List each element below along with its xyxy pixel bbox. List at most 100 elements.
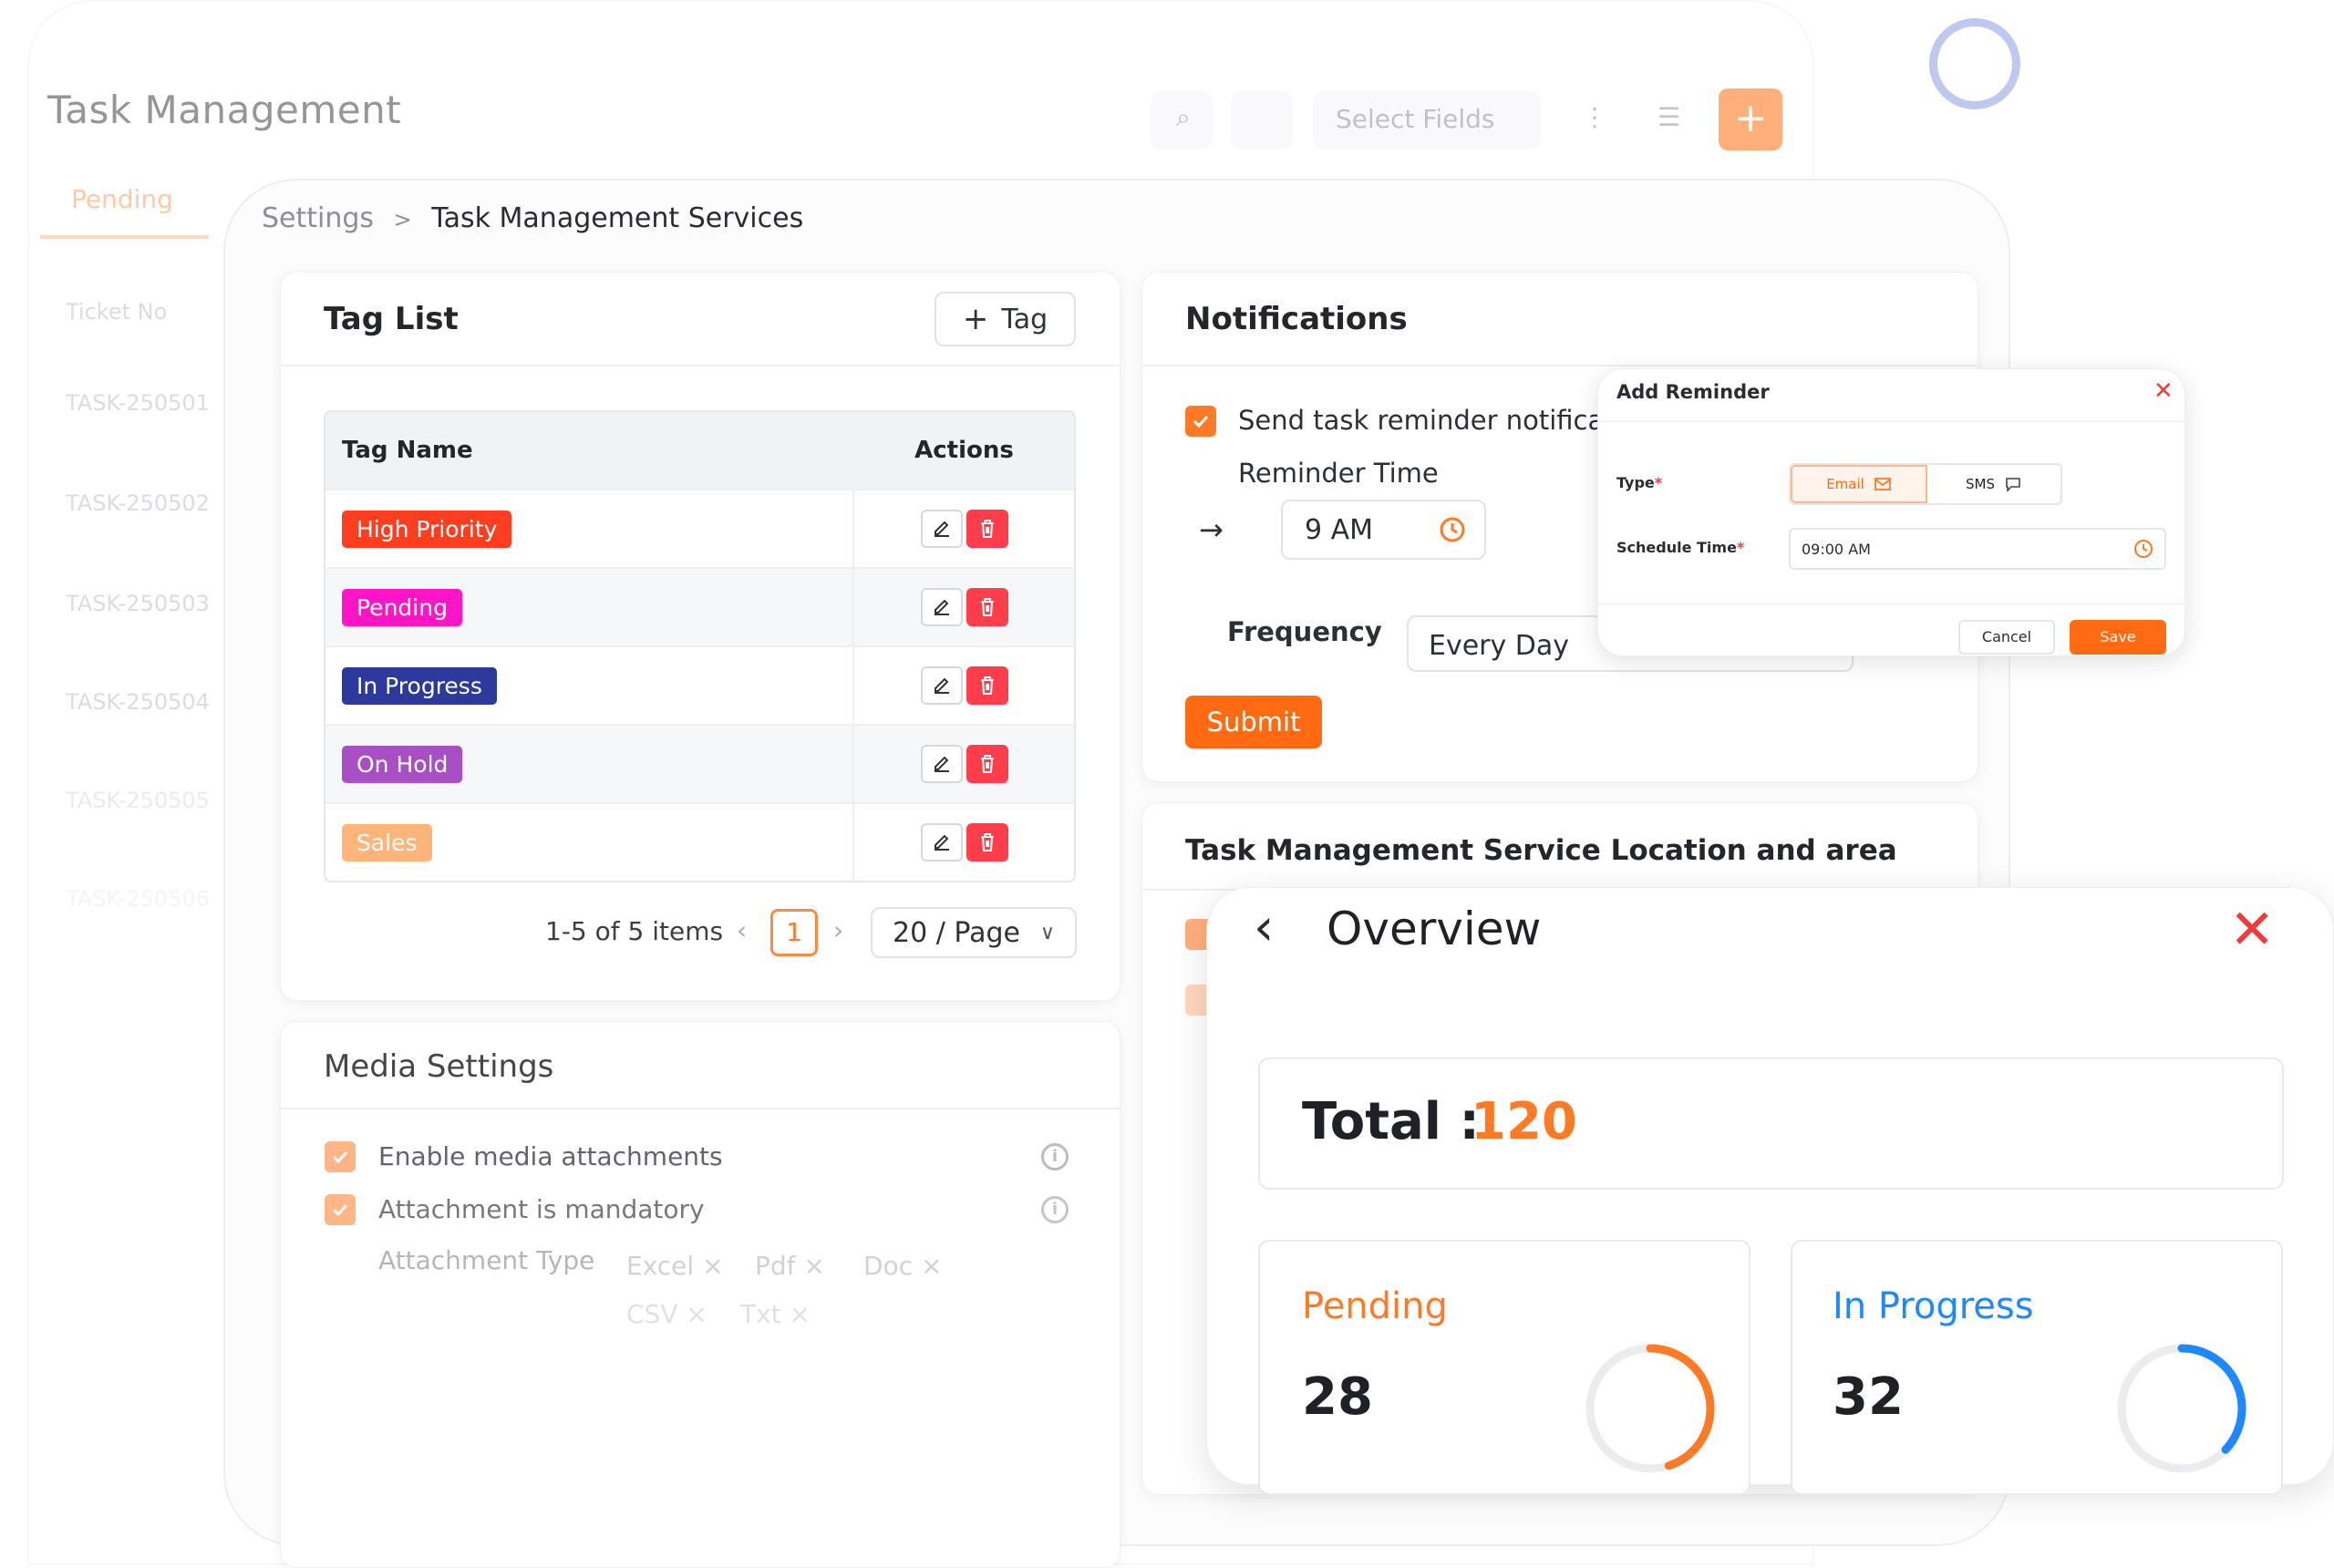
- delete-button[interactable]: [966, 666, 1008, 705]
- frequency-label: Frequency: [1227, 616, 1382, 647]
- clock-icon: [1440, 517, 1465, 542]
- pencil-icon: [934, 834, 949, 851]
- background-search-icon: ⌕: [1176, 102, 1191, 132]
- info-icon[interactable]: i: [1041, 1196, 1069, 1223]
- notifications-title: Notifications: [1185, 301, 1408, 337]
- delete-button[interactable]: [966, 823, 1008, 861]
- in-progress-label: In Progress: [1833, 1285, 2034, 1327]
- type-email-label: Email: [1826, 476, 1864, 492]
- edit-button[interactable]: [920, 745, 963, 783]
- column-tag-name: Tag Name: [342, 437, 473, 464]
- page-1-button[interactable]: 1: [770, 909, 818, 956]
- add-tag-label: Tag: [1001, 303, 1048, 335]
- check-icon: [1193, 415, 1209, 428]
- background-row: TASK-250501: [66, 390, 210, 416]
- edit-button[interactable]: [920, 588, 963, 626]
- attachment-type-chip[interactable]: Pdf ×: [755, 1251, 825, 1281]
- breadcrumb-separator: >: [393, 207, 412, 232]
- edit-button[interactable]: [920, 823, 963, 861]
- enable-attachments-checkbox[interactable]: [325, 1141, 356, 1172]
- chat-icon: [2006, 478, 2020, 492]
- schedule-time-input[interactable]: 09:00 AM: [1789, 528, 2166, 570]
- divider: [280, 365, 1121, 366]
- background-row: TASK-250506: [66, 886, 210, 912]
- trash-icon: [980, 676, 994, 695]
- delete-button[interactable]: [966, 745, 1008, 783]
- pencil-icon: [934, 521, 949, 537]
- prev-page-icon[interactable]: ‹: [737, 915, 747, 945]
- schedule-time-value: 09:00 AM: [1802, 540, 1871, 558]
- decorative-ring: [1929, 18, 2020, 109]
- background-grid-button: [1231, 91, 1293, 150]
- trash-icon: [980, 520, 994, 538]
- table-row: On Hold: [325, 724, 1074, 802]
- tag-pill: On Hold: [342, 745, 463, 783]
- reminder-time-input[interactable]: 9 AM: [1281, 500, 1486, 560]
- back-icon[interactable]: ‹: [1254, 898, 1274, 957]
- background-app-title: Task Management: [47, 88, 402, 132]
- attachment-mandatory-checkbox[interactable]: [325, 1194, 356, 1225]
- type-sms-label: SMS: [1966, 476, 1995, 492]
- background-tab-underline: [40, 235, 209, 239]
- table-row: High Priority: [325, 489, 1074, 567]
- divider: [1597, 603, 2185, 604]
- trash-icon: [980, 833, 994, 851]
- tag-pill: Sales: [342, 823, 432, 861]
- type-sms-option[interactable]: SMS: [1927, 465, 2060, 503]
- media-settings-title: Media Settings: [324, 1048, 554, 1085]
- tag-list-title: Tag List: [324, 301, 459, 337]
- edit-button[interactable]: [920, 666, 963, 705]
- reminder-time-value: 9 AM: [1305, 513, 1374, 546]
- type-label: Type*: [1616, 474, 1663, 491]
- total-value: 120: [1471, 1092, 1577, 1151]
- overview-title: Overview: [1327, 903, 1542, 955]
- type-email-option[interactable]: Email: [1791, 465, 1927, 503]
- add-reminder-title: Add Reminder: [1616, 381, 1770, 403]
- save-button[interactable]: Save: [2070, 620, 2166, 655]
- divider: [280, 1108, 1121, 1109]
- tag-pill: In Progress: [342, 666, 497, 705]
- breadcrumb-settings[interactable]: Settings: [262, 202, 374, 234]
- attachment-type-chip[interactable]: CSV ×: [626, 1299, 707, 1329]
- info-icon[interactable]: i: [1041, 1143, 1069, 1171]
- pagination-summary: 1-5 of 5 items: [545, 916, 724, 946]
- delete-button[interactable]: [966, 588, 1008, 626]
- in-progress-value: 32: [1833, 1367, 1904, 1427]
- background-more-icon: ⋮: [1582, 102, 1607, 132]
- attachment-type-chip[interactable]: Excel ×: [626, 1251, 724, 1281]
- arrow-right-icon: →: [1199, 512, 1224, 547]
- add-tag-button[interactable]: + Tag: [935, 292, 1076, 346]
- tag-pill: Pending: [342, 588, 462, 626]
- plus-icon: +: [962, 301, 989, 337]
- type-toggle: Email SMS: [1789, 463, 2062, 505]
- attachment-type-label: Attachment Type: [378, 1245, 595, 1275]
- delete-button[interactable]: [966, 510, 1008, 548]
- breadcrumb-current: Task Management Services: [431, 202, 804, 234]
- send-reminder-checkbox[interactable]: [1185, 406, 1216, 437]
- chevron-down-icon: ∨: [1039, 921, 1055, 944]
- pending-value: 28: [1302, 1367, 1373, 1427]
- send-reminder-label: Send task reminder notifica: [1238, 405, 1605, 436]
- page-size-value: 20 / Page: [893, 916, 1020, 949]
- media-settings-card: [280, 1021, 1121, 1568]
- close-icon[interactable]: ✕: [2153, 377, 2174, 405]
- background-tab-pending: Pending: [71, 184, 173, 214]
- attachment-type-chip[interactable]: Doc ×: [863, 1251, 942, 1281]
- schedule-time-label: Schedule Time*: [1616, 539, 1745, 556]
- page-size-select[interactable]: 20 / Page ∨: [871, 907, 1077, 958]
- background-row: TASK-250502: [66, 490, 210, 516]
- background-row: TASK-250503: [66, 591, 210, 616]
- trash-icon: [980, 755, 994, 773]
- background-filter-icon: ☰: [1658, 102, 1681, 132]
- total-label: Total :: [1302, 1092, 1480, 1151]
- trash-icon: [980, 598, 994, 616]
- attachment-type-chip[interactable]: Txt ×: [740, 1299, 811, 1329]
- in-progress-progress-ring: [2117, 1344, 2246, 1473]
- background-row: TASK-250505: [66, 788, 210, 813]
- submit-button[interactable]: Submit: [1185, 696, 1322, 748]
- close-icon[interactable]: ✕: [2229, 898, 2275, 962]
- location-title: Task Management Service Location and are…: [1185, 834, 1897, 867]
- next-page-icon[interactable]: ›: [833, 915, 843, 945]
- edit-button[interactable]: [920, 510, 963, 548]
- cancel-button[interactable]: Cancel: [1958, 620, 2055, 655]
